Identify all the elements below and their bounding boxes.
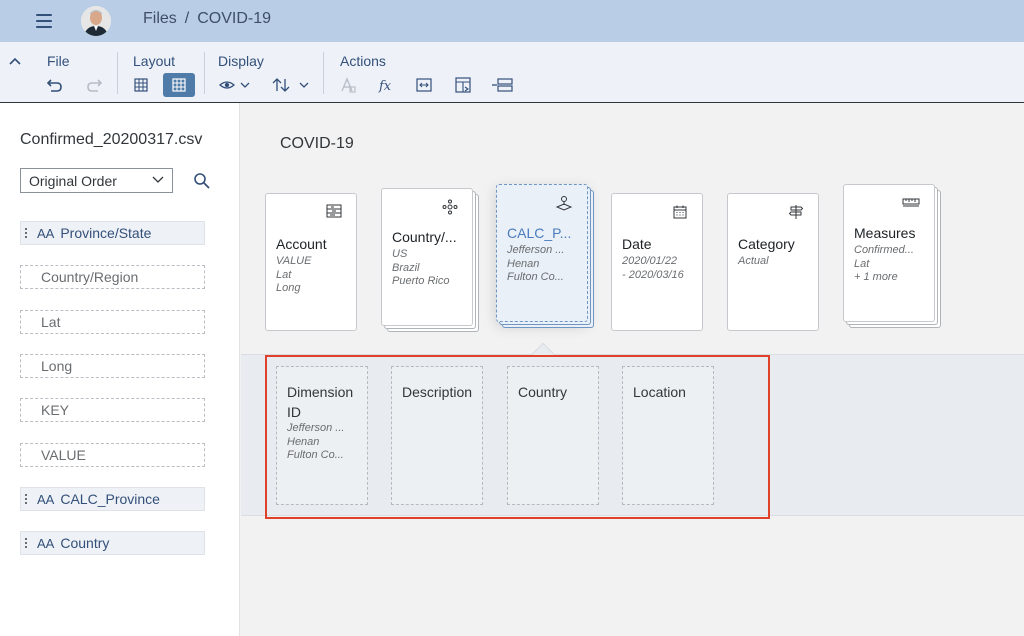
card-title: Country/... [392, 229, 457, 245]
card-title: CALC_P... [507, 225, 572, 241]
card-value: Confirmed... [854, 244, 914, 256]
file-name: Confirmed_20200317.csv [20, 131, 203, 148]
calendar-icon [672, 204, 688, 225]
card-values: Actual [738, 255, 769, 269]
card-value: Brazil [392, 261, 420, 274]
card-value: Fulton Co... [507, 271, 564, 283]
order-select[interactable]: Original Order [20, 168, 173, 193]
card-value: 2020/01/22 [622, 255, 678, 267]
page-title: COVID-19 [280, 135, 354, 152]
field-label: Province/State [60, 225, 152, 241]
card-title: Account [276, 236, 327, 252]
card-value: Lat [854, 257, 870, 270]
card-value: US [392, 248, 408, 260]
field-label: CALC_Province [60, 491, 160, 507]
undo-icon[interactable] [44, 73, 66, 97]
dimension-card[interactable]: CALC_P... Jefferson ... Henan Fulton Co... [496, 184, 588, 322]
field-item[interactable]: AA Country [20, 531, 205, 555]
grid-view-icon[interactable] [130, 73, 152, 97]
field-item[interactable]: Long [20, 354, 205, 378]
breadcrumb-files[interactable]: Files [143, 10, 177, 27]
svg-text:fx: fx [378, 79, 392, 94]
dimension-card[interactable]: Country/... US Brazil Puerto Rico [381, 188, 473, 326]
order-select-value: Original Order [29, 173, 117, 189]
toolbar-divider [323, 52, 324, 94]
drag-handle-icon[interactable] [25, 494, 29, 504]
card-value: VALUE [276, 255, 312, 267]
highlight-box [265, 355, 770, 519]
hierarchy-icon [442, 199, 458, 220]
toolbar: File Layout Display Actions fx [0, 42, 1024, 103]
toolbar-divider [117, 52, 118, 94]
transform-icon[interactable] [452, 73, 474, 97]
field-panel: Confirmed_20200317.csv Original Order AA… [0, 103, 240, 636]
fit-column-icon[interactable] [413, 73, 435, 97]
field-label: Country/Region [41, 269, 139, 285]
shell-bar: Files / COVID-19 [0, 0, 1024, 42]
redo-icon [83, 73, 105, 97]
card-value: Actual [738, 255, 769, 267]
toolbar-group-display: Display [218, 53, 264, 69]
card-value: Henan [507, 257, 540, 270]
card-value: + 1 more [854, 271, 898, 283]
card-view-icon[interactable] [163, 73, 195, 97]
field-label: KEY [41, 402, 70, 418]
card-value: Long [276, 282, 301, 294]
dimension-card[interactable]: Measures Confirmed... Lat + 1 more [843, 184, 935, 322]
field-item[interactable]: Lat [20, 310, 205, 334]
field-label: VALUE [41, 447, 86, 463]
drag-handle-icon[interactable] [25, 538, 29, 548]
dimension-card[interactable]: Account VALUE Lat Long [265, 193, 357, 331]
menu-icon[interactable] [34, 11, 56, 31]
card-title: Category [738, 236, 795, 252]
card-value: Jefferson ... [507, 244, 565, 256]
field-item[interactable]: AA Province/State [20, 221, 205, 245]
split-column-icon [337, 73, 359, 97]
avatar[interactable] [81, 6, 111, 36]
geo-location-icon [555, 195, 573, 216]
field-label: Lat [41, 314, 61, 330]
drag-handle-icon[interactable] [25, 228, 29, 238]
breadcrumb-current: COVID-19 [197, 10, 272, 27]
card-values: Jefferson ... Henan Fulton Co... [507, 244, 564, 285]
card-values: US Brazil Puerto Rico [392, 248, 449, 289]
field-item[interactable]: KEY [20, 398, 205, 422]
dimension-card[interactable]: Date 2020/01/22- 2020/03/16 [611, 193, 703, 331]
field-item[interactable]: AA CALC_Province [20, 487, 205, 511]
dimension-layout-icon[interactable] [490, 73, 516, 97]
formula-icon[interactable]: fx [375, 73, 397, 97]
field-item[interactable]: VALUE [20, 443, 205, 467]
card-value: Lat [276, 268, 292, 281]
card-title: Measures [854, 225, 916, 241]
search-icon[interactable] [193, 172, 211, 195]
dimension-card[interactable]: Category Actual [727, 193, 819, 331]
eye-icon[interactable] [217, 73, 253, 97]
card-values: 2020/01/22- 2020/03/16 [622, 255, 684, 282]
toolbar-group-actions: Actions [340, 53, 386, 69]
text-type-icon: AA [37, 491, 55, 507]
toolbar-divider [204, 52, 205, 94]
field-label: Country [60, 535, 110, 551]
text-type-icon: AA [37, 225, 55, 241]
chevron-down-icon [152, 176, 164, 183]
card-values: VALUE Lat Long [276, 255, 311, 296]
text-type-icon: AA [37, 535, 55, 551]
collapse-toolbar-icon[interactable] [8, 53, 24, 67]
toolbar-group-layout: Layout [133, 53, 176, 69]
sort-icon[interactable] [270, 73, 310, 97]
ruler-icon [902, 195, 920, 213]
toolbar-group-file: File [47, 53, 70, 69]
breadcrumb: Files / COVID-19 [143, 10, 271, 28]
signpost-icon [788, 204, 804, 225]
card-values: Confirmed... Lat + 1 more [854, 244, 914, 285]
breadcrumb-separator: / [184, 10, 190, 27]
card-title: Date [622, 236, 652, 252]
account-icon [326, 204, 342, 223]
field-label: Long [41, 358, 73, 374]
card-value: Puerto Rico [392, 275, 450, 287]
card-value: - 2020/03/16 [622, 268, 684, 281]
field-item[interactable]: Country/Region [20, 265, 205, 289]
